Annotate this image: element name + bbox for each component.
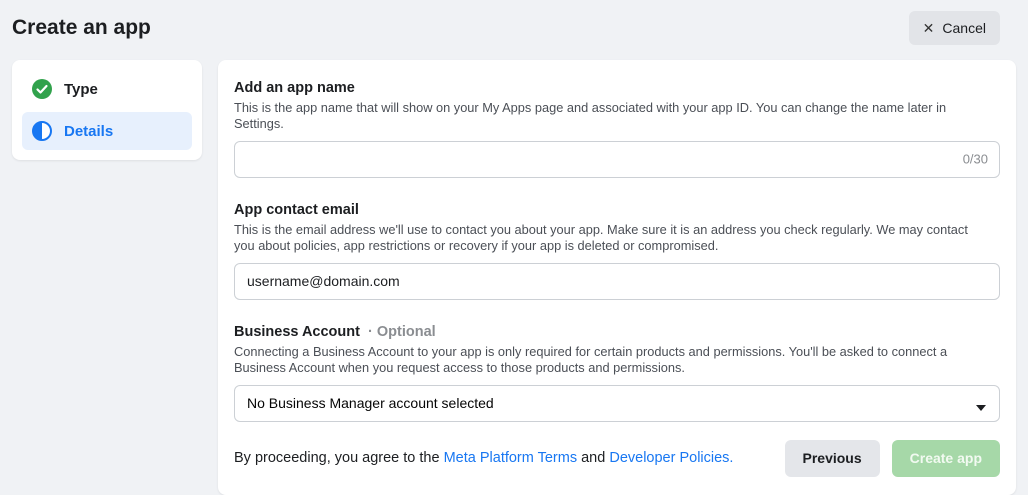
business-account-selected-value: No Business Manager account selected (247, 395, 494, 411)
contact-email-group: App contact email This is the email addr… (234, 202, 1000, 300)
content-row: Type Details Add an app name This is the… (0, 56, 1028, 495)
previous-button[interactable]: Previous (785, 440, 880, 477)
create-app-page: Create an app ✕ Cancel Type (0, 0, 1028, 452)
cancel-button[interactable]: ✕ Cancel (909, 11, 1000, 45)
agreement-and: and (577, 450, 609, 466)
app-name-input[interactable] (234, 141, 1000, 178)
business-account-label: Business Account · Optional (234, 324, 1000, 340)
footer-buttons: Previous Create app (785, 440, 1001, 477)
business-account-group: Business Account · Optional Connecting a… (234, 324, 1000, 422)
app-name-input-wrap: 0/30 (234, 141, 1000, 178)
stepper-sidebar: Type Details (12, 60, 202, 160)
half-circle-progress-icon (32, 121, 52, 141)
business-account-help: Connecting a Business Account to your ap… (234, 344, 985, 376)
close-icon: ✕ (923, 20, 935, 37)
details-form-card: Add an app name This is the app name tha… (218, 60, 1016, 495)
app-name-label: Add an app name (234, 80, 1000, 96)
page-header: Create an app ✕ Cancel (0, 0, 1028, 56)
step-item-details[interactable]: Details (22, 112, 192, 150)
check-circle-icon (32, 79, 52, 99)
app-name-help: This is the app name that will show on y… (234, 100, 985, 132)
cancel-button-label: Cancel (942, 20, 986, 36)
step-item-type[interactable]: Type (22, 70, 192, 108)
contact-email-input-wrap (234, 263, 1000, 300)
create-app-button[interactable]: Create app (892, 440, 1000, 477)
step-label-details: Details (64, 123, 113, 140)
step-label-type: Type (64, 81, 98, 98)
meta-platform-terms-link[interactable]: Meta Platform Terms (444, 450, 578, 466)
page-title: Create an app (12, 16, 151, 40)
contact-email-help: This is the email address we'll use to c… (234, 222, 985, 254)
business-account-select[interactable]: No Business Manager account selected (234, 385, 1000, 422)
developer-policies-link[interactable]: Developer Policies. (609, 450, 733, 466)
contact-email-label: App contact email (234, 202, 1000, 218)
app-name-group: Add an app name This is the app name tha… (234, 80, 1000, 178)
business-account-label-text: Business Account (234, 324, 360, 340)
chevron-down-icon (975, 399, 987, 407)
optional-tag: · Optional (368, 324, 436, 340)
form-footer: By proceeding, you agree to the Meta Pla… (234, 440, 1000, 477)
contact-email-input[interactable] (234, 263, 1000, 300)
agreement-text: By proceeding, you agree to the Meta Pla… (234, 450, 733, 466)
agreement-prefix: By proceeding, you agree to the (234, 450, 444, 466)
